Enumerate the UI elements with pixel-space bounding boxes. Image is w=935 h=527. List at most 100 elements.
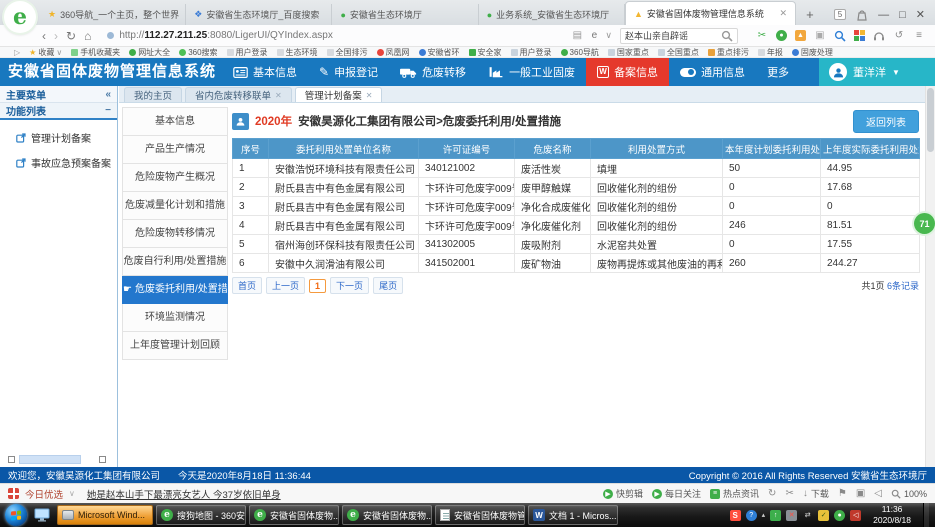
menu-item-env-monitoring[interactable]: 环境监测情况 [122,304,228,332]
nav-item-more[interactable]: 更多 [756,58,800,86]
chevron-down-icon[interactable]: ∨ [69,489,75,498]
update-icon[interactable]: ↑ [770,510,781,521]
menu-item-transfer-status[interactable]: 危险废物转移情况 [122,220,228,248]
flag-icon[interactable]: ⚑ [838,488,847,499]
bookmark-item[interactable]: 用户登录 [511,47,552,58]
menu-item-entrusted-disposal[interactable]: ☛危废委托利用/处置措 [122,276,228,304]
reader-icon[interactable]: ▤ [571,30,583,42]
forward-icon[interactable]: › [54,29,58,43]
nav-item-general-info[interactable]: 通用信息 [669,58,756,86]
refresh-icon[interactable]: ↻ [66,29,76,43]
zoom-search-icon[interactable] [834,30,846,42]
bookmark-item[interactable]: 手机收藏夹 [71,47,120,58]
taskbar-task-notepad[interactable]: 安徽省固体废物管... [435,505,525,525]
nav-item-basic-info[interactable]: 基本信息 [222,58,308,86]
page-first-button[interactable]: 首页 [232,277,262,294]
headset-icon[interactable] [873,31,885,41]
user-menu[interactable]: 董洋洋 ▼ [819,58,935,86]
bookmark-item[interactable]: 生态环境 [277,47,318,58]
browser-logo-icon[interactable]: e [4,1,36,33]
compat-e-icon[interactable]: e [588,30,600,42]
safe-360-icon[interactable]: ● [834,510,845,521]
sync-icon[interactable]: ⇄ [802,510,813,521]
promo-label[interactable]: 今日优选 [25,487,63,501]
hot-news-tool[interactable]: ≡热点资讯 [710,487,759,500]
table-row[interactable]: 2尉氏县吉中有色金属有限公司卞环许可危废字009号废甲醇触媒回收催化剂的组份01… [233,178,920,197]
nav-item-industrial-waste[interactable]: 一般工业固废 [477,58,586,86]
bookmarks-expand-icon[interactable]: ▷ [14,48,20,57]
shield-check-icon[interactable]: ✓ [818,510,829,521]
shopping-bag-icon[interactable] [856,9,868,21]
bookmark-item[interactable]: 用户登录 [227,47,268,58]
assistant-float-button[interactable]: 71 [914,213,935,234]
bookmark-item[interactable]: 安徽省环 [419,47,460,58]
content-tab-home[interactable]: 我的主页 [124,87,182,102]
collapse-icon[interactable]: « [105,89,111,100]
page-last-button[interactable]: 尾页 [373,277,403,294]
tab-close-icon[interactable]: ✕ [275,91,282,100]
vertical-scrollbar[interactable] [925,86,935,483]
history-icon[interactable]: ↻ [768,488,776,499]
desktop-icon[interactable] [34,508,50,522]
new-tab-button[interactable]: + [796,7,824,25]
bookmark-item[interactable]: 凤凰网 [377,47,410,58]
sidebar-item-emergency-plan[interactable]: 事故应急预案备案 [0,145,117,170]
search-input[interactable] [625,31,717,41]
sidebar-section-bar[interactable]: 功能列表 − [0,103,117,120]
shield-icon[interactable]: ▲ [795,30,806,41]
speed-badge[interactable]: 5 [834,9,846,20]
gift-icon[interactable] [8,488,19,499]
page-next-button[interactable]: 下一页 [330,277,369,294]
undo-icon[interactable]: ↺ [893,30,905,42]
minimize-icon[interactable]: — [878,9,889,21]
bookmark-item[interactable]: 全国排污 [327,47,368,58]
sogou-input-icon[interactable]: S [730,510,741,521]
bookmark-item[interactable]: 重点排污 [708,47,749,58]
search-icon[interactable] [721,30,733,42]
minus-icon[interactable]: − [105,105,111,116]
bookmark-item[interactable]: 全国重点 [658,47,699,58]
menu-icon[interactable]: ≡ [913,30,925,42]
menu-item-self-disposal[interactable]: 危废自行利用/处置措施 [122,248,228,276]
chevron-down-icon[interactable]: ∨ [605,30,612,41]
menu-item-waste-generation[interactable]: 危险废物产生概况 [122,164,228,192]
speaker-icon[interactable]: ◁ [874,488,882,499]
download-button[interactable]: ↓下载 [803,487,829,500]
network-error-icon[interactable]: ✕ [786,510,797,521]
taskbar-task-map[interactable]: e 搜狗地图 - 360安... [156,505,246,525]
nav-item-filing-info[interactable]: W 备案信息 [586,58,669,86]
quick-clip-tool[interactable]: ▶快剪辑 [603,487,643,500]
taskbar-task-solidwaste-1[interactable]: e 安徽省固体废物... [249,505,339,525]
url-field[interactable]: http://112.27.211.25:8080/LigerUI/QYInde… [107,30,437,41]
browser-tab[interactable]: ● 业务系统_安徽省生态环境厅 [479,4,625,25]
table-row[interactable]: 3尉氏县吉中有色金属有限公司卞环许可危废字009号净化合成废催化剂回收催化剂的组… [233,197,920,216]
bookmark-item[interactable]: ★收藏∨ [29,47,62,58]
sidebar-item-management-plan[interactable]: 管理计划备案 [0,120,117,145]
zoom-control[interactable]: 100% [891,489,927,499]
content-tab-transfer-form[interactable]: 省内危废转移联单✕ [185,87,292,102]
page-prev-button[interactable]: 上一页 [266,277,305,294]
table-row[interactable]: 6安徽中久润滑油有限公司341502001废矿物油废物再提炼或其他废油的再利用2… [233,254,920,273]
plugin-green-icon[interactable]: ● [776,30,787,41]
bookmark-item[interactable]: 国家重点 [608,47,649,58]
menu-item-reduction-plan[interactable]: 危废减量化计划和措施 [122,192,228,220]
bookmark-item[interactable]: 安全家 [469,47,502,58]
help-icon[interactable]: ? [746,510,757,521]
bookmark-item[interactable]: 年报 [758,47,783,58]
clip-icon[interactable]: ✂ [785,488,793,499]
page-number-current[interactable]: 1 [309,279,326,293]
show-desktop-button[interactable] [923,503,929,527]
browser-tab[interactable]: ❖ 安徽省生态环境厅_百度搜索 [186,4,332,25]
close-icon[interactable]: ✕ [916,8,925,21]
volume-muted-icon[interactable]: ◁ [850,510,861,521]
bookmark-item[interactable]: 360搜索 [179,47,217,58]
tab-close-icon[interactable]: ✕ [780,8,788,19]
daily-follow-tool[interactable]: ▶每日关注 [652,487,701,500]
maximize-icon[interactable]: □ [899,9,906,21]
menu-item-basic-info[interactable]: 基本信息 [122,108,228,136]
bookmark-item[interactable]: 固废处理 [792,47,833,58]
menu-item-last-year-review[interactable]: 上年度管理计划回顾 [122,332,228,360]
nav-item-transfer[interactable]: 危废转移 [389,58,477,86]
apps-grid-icon[interactable] [854,30,865,41]
home-icon[interactable]: ⌂ [84,29,91,43]
